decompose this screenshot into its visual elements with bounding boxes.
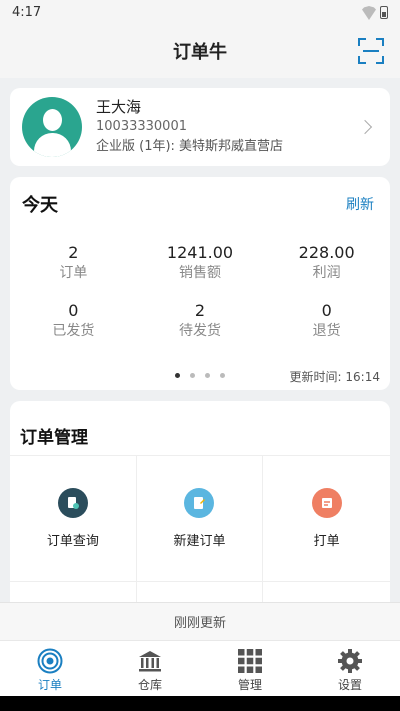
user-plan: 企业版 (1年): 美特斯邦威直营店 — [96, 139, 284, 154]
order-actions-grid: 订单查询 新建订单 打单 — [10, 455, 390, 621]
target-icon — [37, 648, 63, 674]
app-header: 订单牛 — [0, 24, 400, 78]
new-order-button[interactable]: 新建订单 — [136, 456, 264, 582]
print-order-button[interactable]: 打单 — [263, 456, 390, 582]
stat-value: 2 — [194, 301, 206, 320]
page-title: 订单牛 — [173, 42, 227, 63]
avatar-head — [43, 109, 62, 131]
tab-warehouse[interactable]: 仓库 — [100, 641, 200, 696]
tab-settings[interactable]: 设置 — [300, 641, 400, 696]
status-icons — [362, 5, 388, 19]
stat-label: 销售额 — [178, 265, 221, 281]
tab-label: 管理 — [237, 678, 262, 692]
tab-orders[interactable]: 订单 — [0, 641, 100, 696]
stat-value: 0 — [68, 301, 79, 320]
gear-icon — [338, 649, 362, 673]
tab-label: 设置 — [337, 678, 362, 692]
tab-management[interactable]: 管理 — [200, 641, 300, 696]
avatar — [22, 97, 82, 157]
page-dot — [205, 373, 210, 378]
order-search-label: 订单查询 — [46, 534, 99, 549]
user-phone: 10033330001 — [96, 119, 187, 134]
today-title: 今天 — [22, 195, 58, 216]
print-order-icon — [311, 488, 342, 518]
avatar-body — [34, 133, 71, 157]
refresh-status-text: 刚刚更新 — [173, 616, 226, 631]
grid-icon — [238, 649, 262, 673]
stat-label: 订单 — [59, 265, 88, 281]
battery-icon — [380, 5, 388, 19]
bottom-tab-bar: 订单 仓库 管理 设置 — [0, 640, 400, 696]
profile-info: 王大海 10033330001 企业版 (1年): 美特斯邦威直营店 — [96, 97, 360, 157]
order-management-card: 订单管理 订单查询 新建订单 打单 — [10, 401, 390, 621]
stat-value: 0 — [321, 301, 332, 320]
stat-orders[interactable]: 2 订单 — [10, 243, 137, 283]
page-indicator — [175, 373, 225, 378]
user-name: 王大海 — [96, 98, 142, 116]
new-order-label: 新建订单 — [173, 534, 226, 549]
page-dot-active — [175, 373, 180, 378]
order-search-button[interactable]: 订单查询 — [10, 456, 137, 582]
stat-sales[interactable]: 1241.00 销售额 — [137, 243, 264, 283]
status-bar: 4:17 — [0, 0, 400, 24]
new-order-icon — [184, 488, 215, 518]
today-card: 今天 刷新 2 订单 1241.00 销售额 228.00 利润 0 已发货 2… — [10, 177, 390, 390]
tab-label: 订单 — [37, 678, 62, 692]
system-nav-bar — [0, 696, 400, 711]
stat-label: 退货 — [312, 323, 341, 339]
wifi-icon — [362, 6, 376, 18]
update-time: 更新时间: 16:14 — [289, 370, 380, 384]
stat-value: 228.00 — [298, 243, 355, 262]
chevron-right-icon — [357, 119, 373, 135]
stat-label: 利润 — [312, 265, 341, 281]
page-dot — [220, 373, 225, 378]
status-time: 4:17 — [12, 4, 42, 20]
refresh-status-bar: 刚刚更新 — [0, 602, 400, 640]
page-dot — [190, 373, 195, 378]
stat-returns[interactable]: 0 退货 — [263, 301, 390, 341]
scan-icon[interactable] — [358, 38, 384, 64]
stat-pending-shipment[interactable]: 2 待发货 — [137, 301, 264, 341]
refresh-button[interactable]: 刷新 — [346, 194, 374, 214]
profile-card[interactable]: 王大海 10033330001 企业版 (1年): 美特斯邦威直营店 — [10, 88, 390, 166]
stat-value: 1241.00 — [166, 243, 234, 262]
order-search-icon — [57, 488, 88, 518]
stat-profit[interactable]: 228.00 利润 — [263, 243, 390, 283]
stat-label: 已发货 — [52, 323, 95, 339]
print-order-label: 打单 — [313, 534, 340, 549]
stats-grid: 2 订单 1241.00 销售额 228.00 利润 0 已发货 2 待发货 0… — [10, 243, 390, 341]
stat-label: 待发货 — [178, 323, 221, 339]
stat-shipped[interactable]: 0 已发货 — [10, 301, 137, 341]
stat-value: 2 — [68, 243, 79, 262]
tab-label: 仓库 — [137, 678, 162, 692]
section-title: 订单管理 — [20, 428, 88, 448]
warehouse-icon — [139, 651, 161, 672]
